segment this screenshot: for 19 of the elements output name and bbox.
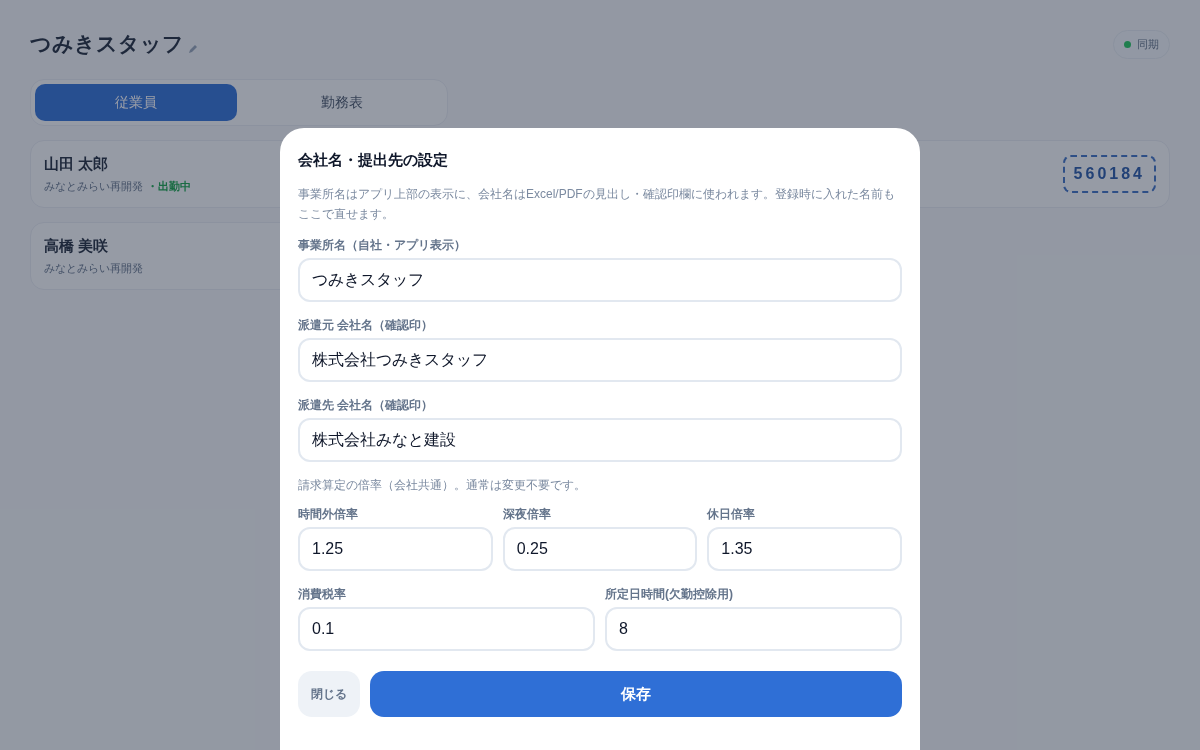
attendance-status: ・出勤中: [147, 179, 191, 194]
sync-label: 同期: [1137, 37, 1159, 52]
site-name: みなとみらい再開発: [44, 179, 143, 194]
field-label: 深夜倍率: [502, 507, 552, 522]
field-label: 時間外倍率: [298, 507, 359, 522]
site-name: みなとみらい再開発: [44, 261, 143, 276]
app-title: つみきスタッフ: [30, 31, 184, 58]
dialog-title: 会社名・提出先の設定: [298, 150, 449, 170]
field-label: 派遣元 会社名（確認印）: [298, 318, 435, 333]
employee-code: 560184: [1062, 154, 1156, 193]
field-label: 事業所名（自社・アプリ表示）: [298, 238, 467, 253]
field-label: 所定日時間(欠勤控除用): [605, 587, 734, 602]
field-label: 休日倍率: [707, 507, 757, 522]
field-label: 派遣先 会社名（確認印）: [298, 398, 435, 413]
dialog-description: 事業所名はアプリ上部の表示に、会社名はExcel/PDFの見出し・確認印欄に使われます。登録時に入れた名前もここで直せます。: [298, 186, 896, 223]
field-label: 消費税率: [298, 587, 347, 602]
rates-note: 請求算定の倍率（会社共通）。通常は変更不要です。: [298, 478, 587, 493]
employee-name: 高橋 美咲: [44, 235, 110, 256]
employee-name: 山田 太郎: [44, 153, 110, 174]
